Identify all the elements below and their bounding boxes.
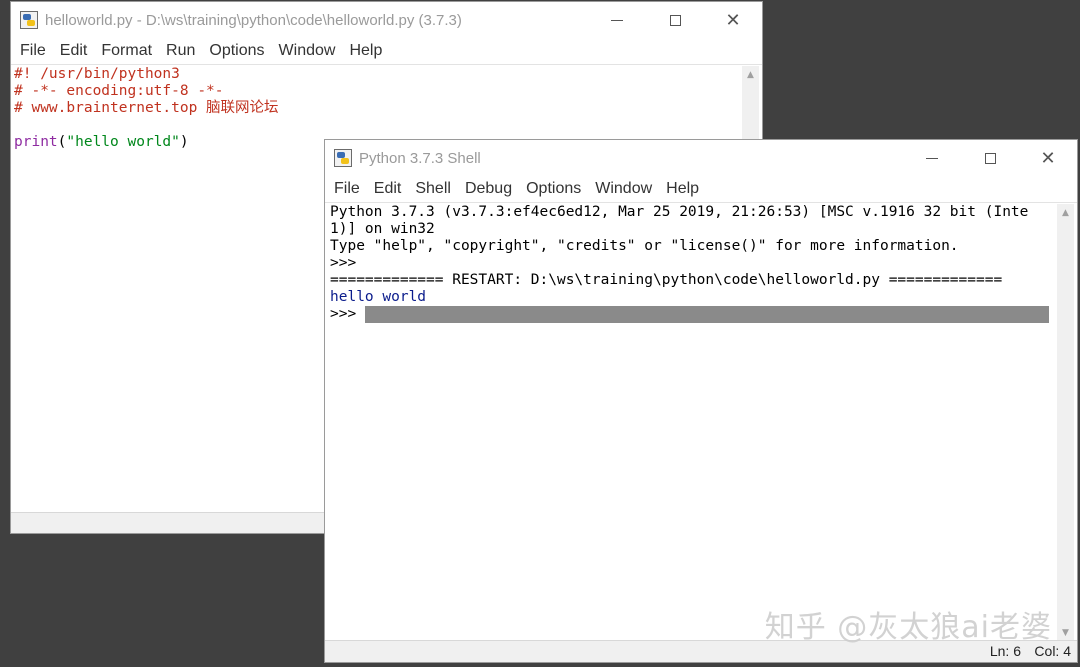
menu-edit[interactable]: Edit (53, 38, 95, 64)
zhihu-watermark: 知乎 @灰太狼ai老婆 (764, 610, 1052, 645)
shell-prompt-2: >>> (330, 306, 365, 322)
menu-debug[interactable]: Debug (458, 176, 519, 202)
minimize-icon[interactable] (903, 140, 961, 176)
shell-prompt-1: >>> (330, 255, 365, 271)
close-icon[interactable]: ✕ (1019, 140, 1077, 176)
menu-run[interactable]: Run (159, 38, 202, 64)
maximize-icon[interactable] (961, 140, 1019, 176)
shell-window-controls: ✕ (903, 140, 1077, 176)
paren-close: ) (179, 134, 189, 150)
shell-restart-line: ============= RESTART: D:\ws\training\py… (330, 272, 1003, 288)
shell-output[interactable]: Python 3.7.3 (v3.7.3:ef4ec6ed12, Mar 25 … (330, 204, 1051, 642)
idle-app-icon (20, 11, 38, 29)
minimize-icon[interactable] (588, 2, 646, 38)
shell-banner-line-1: Python 3.7.3 (v3.7.3:ef4ec6ed12, Mar 25 … (330, 204, 1029, 220)
code-line-2: # -*- encoding:utf-8 -*- (14, 83, 224, 99)
scroll-up-icon[interactable]: ▲ (1057, 204, 1074, 221)
code-line-3: # www.brainternet.top 脑联网论坛 (14, 100, 279, 116)
shell-window: Python 3.7.3 Shell ✕ File Edit Shell Deb… (324, 139, 1078, 663)
shell-window-title: Python 3.7.3 Shell (359, 149, 481, 167)
menu-options[interactable]: Options (202, 38, 271, 64)
editor-titlebar[interactable]: helloworld.py - D:\ws\training\python\co… (11, 2, 762, 38)
editor-window-controls: ✕ (588, 2, 762, 38)
close-icon[interactable]: ✕ (704, 2, 762, 38)
idle-app-icon (334, 149, 352, 167)
editor-window-title: helloworld.py - D:\ws\training\python\co… (45, 11, 462, 29)
shell-vertical-scrollbar[interactable]: ▲ ▼ (1057, 204, 1074, 641)
shell-stdout-line: hello world (330, 289, 427, 305)
menu-help[interactable]: Help (342, 38, 389, 64)
menu-edit[interactable]: Edit (367, 176, 409, 202)
builtin-print: print (14, 134, 58, 150)
menu-window[interactable]: Window (272, 38, 343, 64)
shell-banner-line-3: Type "help", "copyright", "credits" or "… (330, 238, 959, 254)
menu-options[interactable]: Options (519, 176, 588, 202)
menu-file[interactable]: File (13, 38, 53, 64)
shell-banner-line-2: 1)] on win32 (330, 221, 435, 237)
menu-format[interactable]: Format (94, 38, 159, 64)
scroll-up-icon[interactable]: ▲ (742, 66, 759, 83)
menu-shell[interactable]: Shell (408, 176, 458, 202)
scroll-down-icon[interactable]: ▼ (1057, 624, 1074, 641)
editor-menubar: File Edit Format Run Options Window Help (11, 38, 762, 65)
menu-help[interactable]: Help (659, 176, 706, 202)
code-line-1: #! /usr/bin/python3 (14, 66, 180, 82)
shell-titlebar[interactable]: Python 3.7.3 Shell ✕ (325, 140, 1077, 176)
maximize-icon[interactable] (646, 2, 704, 38)
shell-menubar: File Edit Shell Debug Options Window Hel… (325, 176, 1077, 203)
menu-window[interactable]: Window (588, 176, 659, 202)
menu-file[interactable]: File (327, 176, 367, 202)
string-literal: "hello world" (66, 134, 180, 150)
current-line-highlight (364, 306, 1049, 323)
shell-input-line[interactable]: >>> (330, 306, 1051, 323)
